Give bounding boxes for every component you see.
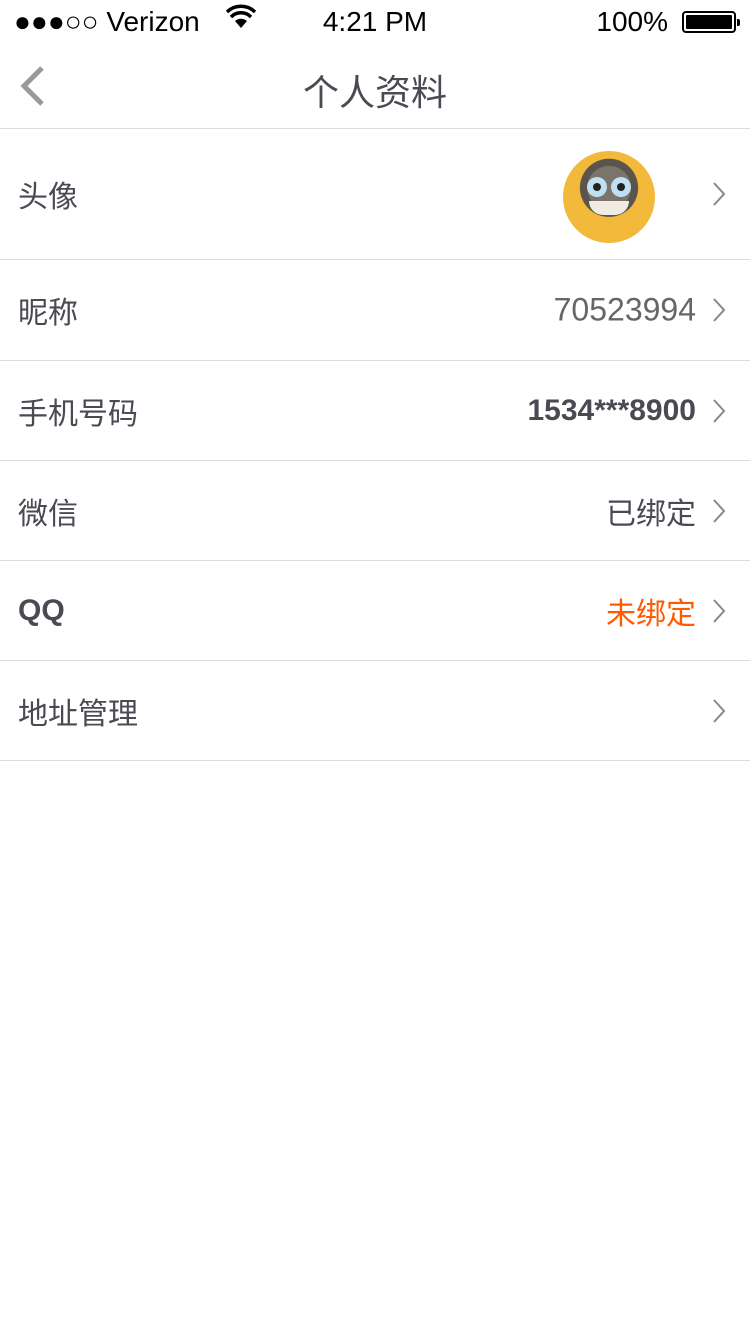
page-title: 个人资料 bbox=[302, 72, 447, 113]
row-label: 头像 bbox=[18, 181, 78, 214]
chevron-right-icon bbox=[713, 298, 726, 322]
battery-icon bbox=[682, 11, 740, 33]
status-bar: ●●●○○ Verizon 4:21 PM 100% bbox=[0, 0, 750, 44]
chevron-right-icon bbox=[713, 498, 726, 523]
row-label: QQ bbox=[18, 593, 65, 627]
row-value: 未绑定 bbox=[606, 597, 696, 631]
row-label: 昵称 bbox=[18, 297, 78, 330]
row-phone[interactable]: 手机号码 1534***8900 bbox=[0, 361, 750, 461]
row-qq[interactable]: QQ 未绑定 bbox=[0, 561, 750, 661]
chevron-right-icon bbox=[713, 698, 726, 723]
row-nickname[interactable]: 昵称 70523994 bbox=[0, 260, 750, 361]
chevron-right-icon bbox=[713, 598, 726, 623]
row-label: 微信 bbox=[18, 497, 78, 531]
battery-percent: 100% bbox=[596, 6, 668, 37]
row-address[interactable]: 地址管理 bbox=[0, 661, 750, 761]
chevron-right-icon bbox=[713, 182, 726, 206]
nav-bar: 个人资料 bbox=[0, 44, 750, 129]
avatar bbox=[563, 151, 655, 243]
chevron-right-icon bbox=[713, 398, 726, 423]
row-value: 已绑定 bbox=[606, 497, 696, 531]
row-wechat[interactable]: 微信 已绑定 bbox=[0, 461, 750, 561]
row-label: 手机号码 bbox=[18, 397, 138, 431]
row-label: 地址管理 bbox=[18, 697, 138, 731]
row-avatar[interactable]: 头像 bbox=[0, 129, 750, 260]
row-value: 70523994 bbox=[553, 291, 696, 328]
row-value: 1534***8900 bbox=[527, 393, 696, 427]
